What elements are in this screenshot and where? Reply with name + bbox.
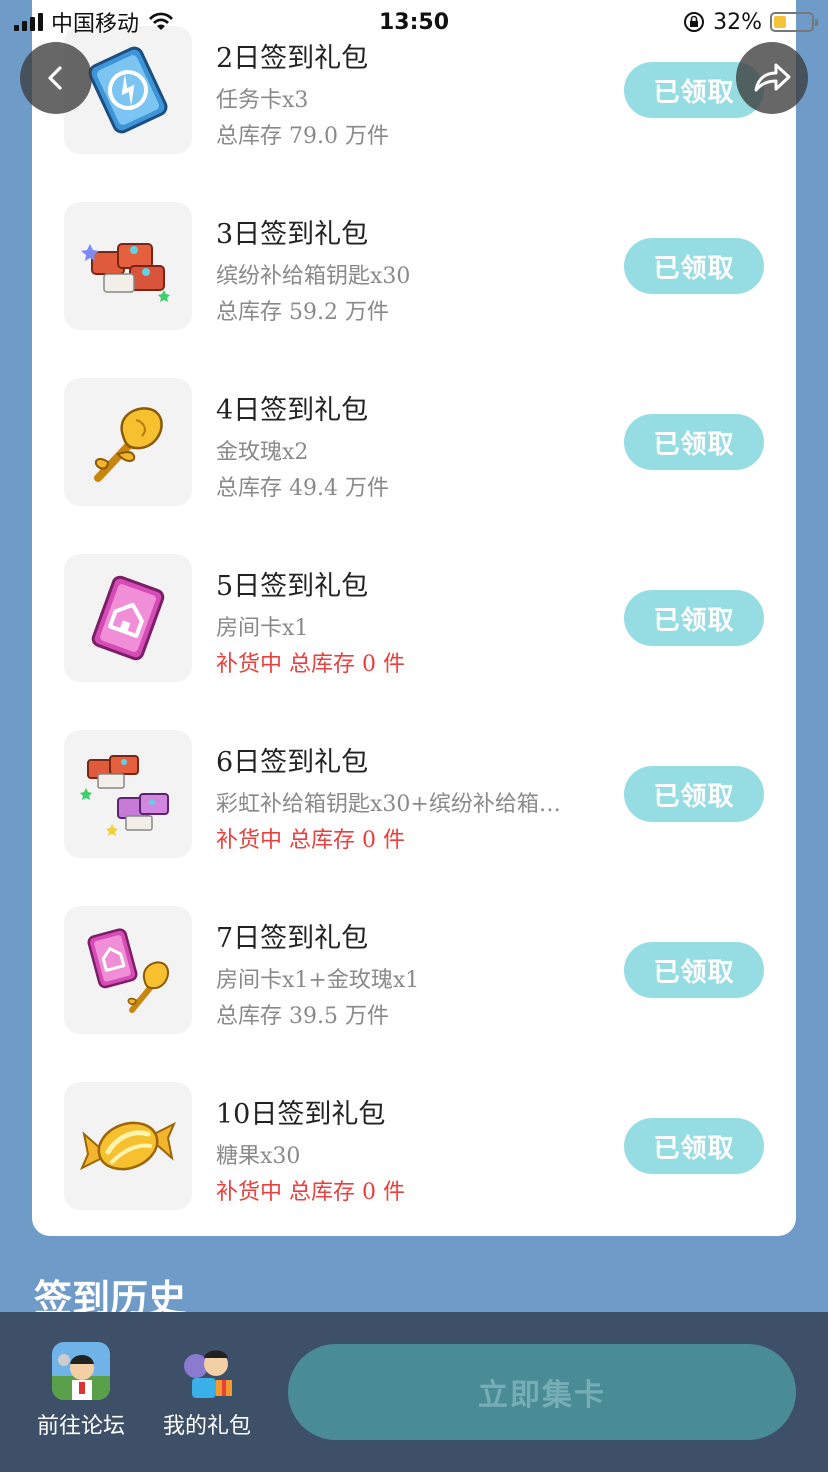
gift-stock: 总库存 79.0 万件 — [216, 124, 389, 149]
gift-title: 4日签到礼包 — [216, 395, 369, 426]
gift-stock: 补货中 总库存 0 件 — [216, 652, 405, 677]
gift-row: 6日签到礼包 彩虹补给箱钥匙x30+缤纷补给箱… 补货中 总库存 0 件 已领取 — [32, 730, 796, 860]
gift-stock: 总库存 59.2 万件 — [216, 300, 389, 325]
gift-description: 任务卡x3 — [216, 88, 309, 113]
share-arrow-icon — [754, 63, 791, 92]
collect-cards-button[interactable]: 立即集卡 — [288, 1344, 796, 1440]
gift-title: 5日签到礼包 — [216, 571, 369, 602]
chevron-left-icon — [48, 66, 62, 90]
gift-stock: 总库存 49.4 万件 — [216, 476, 389, 501]
claimed-button[interactable]: 已领取 — [624, 766, 764, 822]
gift-title: 6日签到礼包 — [216, 747, 369, 778]
room-card-rose-icon — [87, 928, 170, 1013]
share-button[interactable] — [736, 42, 808, 114]
gift-thumbnail — [64, 378, 192, 506]
task-card-icon — [88, 46, 168, 134]
gift-thumbnail — [64, 554, 192, 682]
gift-description: 房间卡x1+金玫瑰x1 — [216, 968, 420, 993]
forum-nav-label: 前往论坛 — [36, 1414, 125, 1439]
gift-thumbnail — [64, 202, 192, 330]
status-right: 32% — [683, 10, 828, 35]
gift-title: 10日签到礼包 — [216, 1099, 386, 1130]
signal-icon — [14, 13, 43, 31]
gift-title: 3日签到礼包 — [216, 219, 369, 250]
gift-description: 金玫瑰x2 — [216, 440, 309, 465]
gift-stock: 补货中 总库存 0 件 — [216, 1180, 405, 1205]
candy-icon — [80, 1121, 176, 1171]
claimed-button[interactable]: 已领取 — [624, 590, 764, 646]
gift-stock: 补货中 总库存 0 件 — [216, 828, 405, 853]
my-gifts-avatar-icon — [178, 1342, 236, 1400]
claimed-button[interactable]: 已领取 — [624, 414, 764, 470]
status-bar: 中国移动 13:50 32% — [0, 0, 828, 44]
my-gifts-nav-label: 我的礼包 — [162, 1414, 251, 1439]
gift-stock: 总库存 39.5 万件 — [216, 1004, 389, 1029]
gift-row: 2日签到礼包 任务卡x3 总库存 79.0 万件 已领取 — [32, 26, 796, 156]
gold-rose-icon — [94, 407, 163, 482]
gift-row: 3日签到礼包 缤纷补给箱钥匙x30 总库存 59.2 万件 已领取 — [32, 202, 796, 332]
gift-row: 7日签到礼包 房间卡x1+金玫瑰x1 总库存 39.5 万件 已领取 — [32, 906, 796, 1036]
room-card-icon — [91, 575, 165, 661]
rotation-lock-icon — [684, 12, 705, 32]
status-left: 中国移动 — [0, 6, 175, 38]
claimed-button[interactable]: 已领取 — [624, 238, 764, 294]
battery-percent: 32% — [713, 9, 762, 35]
gift-thumbnail — [64, 906, 192, 1034]
bottom-bar: 前往论坛 我的礼包 立即集卡 — [0, 1312, 828, 1472]
forum-avatar-icon — [52, 1342, 110, 1400]
back-button[interactable] — [20, 42, 92, 114]
gift-row: 5日签到礼包 房间卡x1 补货中 总库存 0 件 已领取 — [32, 554, 796, 684]
gift-row: 10日签到礼包 糖果x30 补货中 总库存 0 件 已领取 — [32, 1082, 796, 1212]
claimed-button[interactable]: 已领取 — [624, 1118, 764, 1174]
gift-thumbnail — [64, 1082, 192, 1210]
wifi-icon — [149, 12, 174, 30]
carrier-label: 中国移动 — [51, 12, 140, 37]
gift-title: 7日签到礼包 — [216, 923, 369, 954]
gift-description: 房间卡x1 — [216, 616, 309, 641]
gift-thumbnail — [64, 730, 192, 858]
supply-key-icon — [81, 243, 170, 302]
forum-nav-button[interactable]: 前往论坛 — [26, 1342, 136, 1440]
gift-description: 糖果x30 — [216, 1144, 301, 1169]
rainbow-key-icon — [80, 755, 169, 836]
gift-list-card: 2日签到礼包 任务卡x3 总库存 79.0 万件 已领取 3日签到礼包 缤纷补给… — [32, 0, 796, 1236]
claimed-button[interactable]: 已领取 — [624, 942, 764, 998]
my-gifts-nav-button[interactable]: 我的礼包 — [152, 1342, 262, 1440]
battery-icon — [770, 12, 818, 32]
gift-description: 缤纷补给箱钥匙x30 — [216, 264, 411, 289]
gift-description: 彩虹补给箱钥匙x30+缤纷补给箱… — [216, 792, 561, 817]
gift-row: 4日签到礼包 金玫瑰x2 总库存 49.4 万件 已领取 — [32, 378, 796, 508]
